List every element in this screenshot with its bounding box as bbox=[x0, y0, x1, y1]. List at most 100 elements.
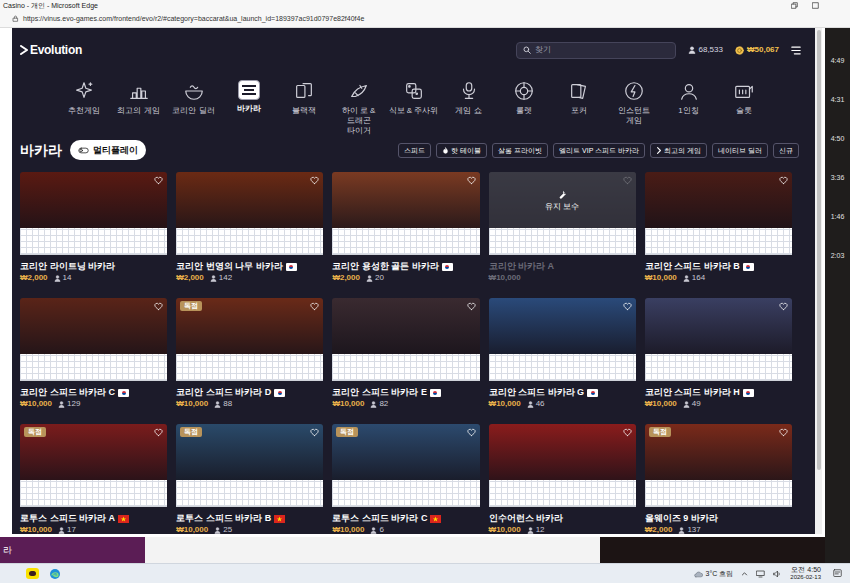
table-card[interactable]: 코리안 스피드 바카라 C₩10,000129 bbox=[20, 298, 167, 409]
table-preview[interactable]: 독점 bbox=[176, 424, 323, 480]
heart-icon[interactable] bbox=[154, 176, 163, 185]
heart-icon[interactable] bbox=[310, 176, 319, 185]
category-item[interactable]: 포커 bbox=[554, 80, 604, 116]
table-card[interactable]: 독점로투스 스피드 바카라 B₩10,00025 bbox=[176, 424, 323, 534]
table-preview[interactable] bbox=[645, 172, 792, 228]
table-preview[interactable]: 독점 bbox=[332, 424, 479, 480]
evolution-logo[interactable]: Evolution bbox=[20, 43, 82, 57]
section-title: 바카라 bbox=[20, 141, 62, 159]
filter-chip[interactable]: 핫 테이블 bbox=[436, 143, 487, 158]
search-field[interactable] bbox=[516, 42, 676, 59]
table-card[interactable]: 코리안 스피드 바카라 H₩10,00049 bbox=[645, 298, 792, 409]
category-item[interactable]: 식보 & 주사위 bbox=[389, 80, 439, 116]
heart-icon[interactable] bbox=[467, 176, 476, 185]
heart-icon[interactable] bbox=[623, 428, 632, 437]
menu-icon[interactable] bbox=[791, 46, 801, 55]
notification-icon[interactable] bbox=[833, 569, 842, 578]
table-preview[interactable] bbox=[332, 298, 479, 354]
player-count: 49 bbox=[683, 399, 701, 409]
filter-chip[interactable]: 엘리트 VIP 스피드 바카라 bbox=[553, 143, 645, 158]
table-preview[interactable] bbox=[489, 424, 636, 480]
logo-text: Evolution bbox=[30, 43, 82, 57]
heart-icon[interactable] bbox=[467, 428, 476, 437]
heart-icon[interactable] bbox=[310, 302, 319, 311]
table-preview[interactable]: 독점 bbox=[645, 424, 792, 480]
heart-icon[interactable] bbox=[154, 428, 163, 437]
kakaotalk-icon[interactable] bbox=[26, 568, 39, 579]
table-preview[interactable] bbox=[645, 298, 792, 354]
filter-chip[interactable]: 네이티브 딜러 bbox=[712, 143, 768, 158]
heart-icon[interactable] bbox=[467, 302, 476, 311]
category-item[interactable]: 바카라 bbox=[224, 80, 274, 114]
search-input[interactable] bbox=[535, 44, 669, 56]
table-stats: ₩10,00017 bbox=[20, 525, 167, 534]
table-card[interactable]: 코리안 번영의 나무 바카라₩2,000142 bbox=[176, 172, 323, 283]
table-card[interactable]: 독점올웨이즈 9 바카라₩2,000137 bbox=[645, 424, 792, 534]
side-item[interactable]: 4:31 bbox=[825, 95, 850, 134]
scrollbar-thumb[interactable] bbox=[817, 30, 821, 470]
table-preview[interactable]: 독점 bbox=[176, 298, 323, 354]
category-icon bbox=[183, 80, 205, 102]
category-item[interactable]: 슬롯 bbox=[719, 80, 769, 116]
heart-icon[interactable] bbox=[779, 302, 788, 311]
table-card[interactable]: 코리안 스피드 바카라 E₩10,00082 bbox=[332, 298, 479, 409]
table-preview[interactable] bbox=[20, 172, 167, 228]
heart-icon[interactable] bbox=[154, 302, 163, 311]
maximize-icon[interactable] bbox=[812, 2, 819, 9]
exclusive-badge: 독점 bbox=[336, 427, 358, 437]
side-item[interactable]: 2:03 bbox=[825, 251, 850, 290]
table-preview[interactable] bbox=[20, 298, 167, 354]
heart-icon[interactable] bbox=[779, 176, 788, 185]
network-icon[interactable] bbox=[756, 570, 765, 578]
taegeuk-icon bbox=[445, 265, 449, 269]
vietnam-flag-icon bbox=[118, 515, 129, 523]
table-card[interactable]: 유지 보수코리안 바카라 A₩10,000 bbox=[489, 172, 636, 283]
heart-icon[interactable] bbox=[779, 428, 788, 437]
table-card[interactable]: 독점로투스 스피드 바카라 A₩10,00017 bbox=[20, 424, 167, 534]
category-item[interactable]: 게임 쇼 bbox=[444, 80, 494, 116]
table-preview[interactable] bbox=[176, 172, 323, 228]
filter-chip[interactable]: 스피드 bbox=[398, 143, 431, 158]
multiplay-button[interactable]: 멀티플레이 bbox=[70, 140, 146, 160]
table-preview[interactable]: 독점 bbox=[20, 424, 167, 480]
table-card[interactable]: 코리안 스피드 바카라 B₩10,000164 bbox=[645, 172, 792, 283]
heart-icon[interactable] bbox=[623, 302, 632, 311]
table-card[interactable]: 코리안 스피드 바카라 G₩10,00046 bbox=[489, 298, 636, 409]
filter-chip[interactable]: 살롱 프라이빗 bbox=[492, 143, 548, 158]
category-item[interactable]: 블랙잭 bbox=[279, 80, 329, 116]
side-item[interactable]: 3:36 bbox=[825, 173, 850, 212]
category-item[interactable]: 추천게임 bbox=[59, 80, 109, 116]
speaker-icon[interactable] bbox=[773, 570, 782, 578]
weather[interactable]: 3°C 흐림 bbox=[693, 569, 734, 578]
table-card[interactable]: 코리안 라이트닝 바카라₩2,00014 bbox=[20, 172, 167, 283]
category-item[interactable]: 하이 로 & 드래곤 타이거 bbox=[334, 80, 384, 136]
category-item[interactable]: 1인칭 bbox=[664, 80, 714, 116]
table-card[interactable]: 코리안 용성한 골든 바카라₩2,00020 bbox=[332, 172, 479, 283]
filter-chip[interactable]: 신규 bbox=[773, 143, 799, 158]
category-item[interactable]: 룰렛 bbox=[499, 80, 549, 116]
background-window[interactable]: 라 bbox=[0, 537, 145, 563]
chevron-up-icon[interactable] bbox=[741, 570, 748, 577]
category-icon bbox=[733, 80, 755, 102]
table-card[interactable]: 인수어런스 바카라₩10,00012 bbox=[489, 424, 636, 534]
table-card[interactable]: 독점코리안 스피드 바카라 D₩10,00088 bbox=[176, 298, 323, 409]
filter-chip[interactable]: 최고의 게임 bbox=[650, 143, 707, 158]
table-name: 코리안 스피드 바카라 H bbox=[645, 387, 740, 398]
url-text[interactable]: https://vinus.evo-games.com/frontend/evo… bbox=[23, 14, 364, 23]
table-preview[interactable]: 유지 보수 bbox=[489, 172, 636, 228]
heart-icon[interactable] bbox=[310, 428, 319, 437]
category-item[interactable]: 최고의 게임 bbox=[114, 80, 164, 116]
scrollbar[interactable] bbox=[815, 28, 822, 534]
restore-icon[interactable] bbox=[791, 2, 798, 9]
side-item[interactable]: 1:46 bbox=[825, 212, 850, 251]
table-preview[interactable] bbox=[489, 298, 636, 354]
table-card[interactable]: 독점로투스 스피드 바카라 C₩10,0006 bbox=[332, 424, 479, 534]
side-item[interactable]: 4:50 bbox=[825, 134, 850, 173]
category-item[interactable]: 인스턴트 게임 bbox=[609, 80, 659, 126]
clock[interactable]: 오전 4:502026-02-13 bbox=[790, 566, 825, 581]
side-item[interactable]: 4:49 bbox=[825, 56, 850, 95]
address-bar[interactable]: https://vinus.evo-games.com/frontend/evo… bbox=[0, 10, 850, 27]
table-preview[interactable] bbox=[332, 172, 479, 228]
category-item[interactable]: 코리안 딜러 bbox=[169, 80, 219, 116]
edge-icon[interactable] bbox=[49, 568, 61, 580]
